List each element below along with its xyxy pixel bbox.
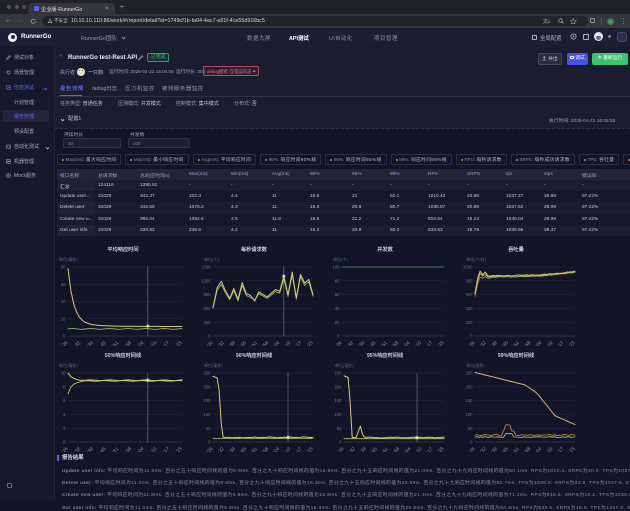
svg-text:16:08:26: 16:08:26 [197,446,214,452]
svg-text:16:08:26: 16:08:26 [57,446,69,452]
svg-text:每秒请求数: 每秒请求数 [241,245,268,253]
svg-text:200: 200 [466,384,474,389]
svg-text:0: 0 [208,440,211,445]
svg-text:20: 20 [335,320,340,325]
svg-text:600: 600 [204,306,212,311]
svg-text:80: 80 [61,265,66,270]
svg-text:40: 40 [335,306,340,311]
svg-text:50: 50 [206,426,211,431]
svg-text:150: 150 [335,398,343,403]
svg-text:50: 50 [468,426,473,431]
svg-text:单位(个): 单位(个) [333,256,348,262]
svg-text:95%响应时间线: 95%响应时间线 [367,351,404,359]
svg-text:单位(个): 单位(个) [204,256,219,262]
svg-text:80: 80 [335,278,340,283]
svg-text:99%响应时间线: 99%响应时间线 [498,351,535,359]
svg-text:150: 150 [204,398,212,403]
svg-text:90%响应时间线: 90%响应时间线 [236,351,273,359]
svg-text:0: 0 [470,440,473,445]
svg-text:并发数: 并发数 [377,245,393,253]
svg-text:100: 100 [335,412,343,417]
svg-text:100: 100 [466,412,474,417]
svg-text:60: 60 [61,282,66,287]
svg-text:单位(毫秒): 单位(毫秒) [466,362,485,368]
svg-text:单位(个/秒): 单位(个/秒) [466,256,486,262]
svg-text:0: 0 [339,440,342,445]
svg-text:600: 600 [466,292,474,297]
svg-text:1000: 1000 [463,265,473,270]
svg-text:0: 0 [337,334,340,339]
svg-text:100: 100 [204,412,212,417]
svg-text:单位(毫秒): 单位(毫秒) [59,362,78,368]
svg-text:0: 0 [208,334,211,339]
svg-text:200: 200 [204,384,212,389]
svg-text:2: 2 [63,426,66,431]
svg-text:250: 250 [466,371,474,376]
svg-text:50: 50 [337,426,342,431]
svg-text:250: 250 [335,371,343,376]
svg-text:60: 60 [335,292,340,297]
svg-text:单位(毫秒): 单位(毫秒) [335,362,354,368]
svg-text:800: 800 [466,278,474,283]
svg-text:400: 400 [466,306,474,311]
svg-text:16:08:26: 16:08:26 [328,446,345,452]
svg-text:20: 20 [61,316,66,321]
svg-text:10: 10 [61,371,66,376]
svg-text:250: 250 [204,371,212,376]
svg-text:300: 300 [204,320,212,325]
svg-text:4: 4 [63,412,66,417]
svg-text:单位(毫秒): 单位(毫秒) [59,256,78,262]
svg-text:900: 900 [204,292,212,297]
svg-text:单位(毫秒): 单位(毫秒) [204,362,223,368]
svg-text:8: 8 [63,384,66,389]
svg-text:100: 100 [333,265,341,270]
svg-text:16:08:26: 16:08:26 [459,446,476,452]
svg-text:0: 0 [63,334,66,339]
svg-text:0: 0 [63,440,66,445]
svg-text:50%响应时间线: 50%响应时间线 [105,351,142,359]
svg-text:1200: 1200 [201,278,211,283]
svg-text:40: 40 [61,299,66,304]
svg-text:吞吐量: 吞吐量 [508,245,524,253]
svg-text:200: 200 [466,320,474,325]
svg-text:1500: 1500 [201,265,211,270]
svg-text:6: 6 [63,398,66,403]
svg-text:150: 150 [466,398,474,403]
svg-text:平均响应时间: 平均响应时间 [107,245,138,253]
svg-text:200: 200 [335,384,343,389]
svg-text:0: 0 [470,334,473,339]
